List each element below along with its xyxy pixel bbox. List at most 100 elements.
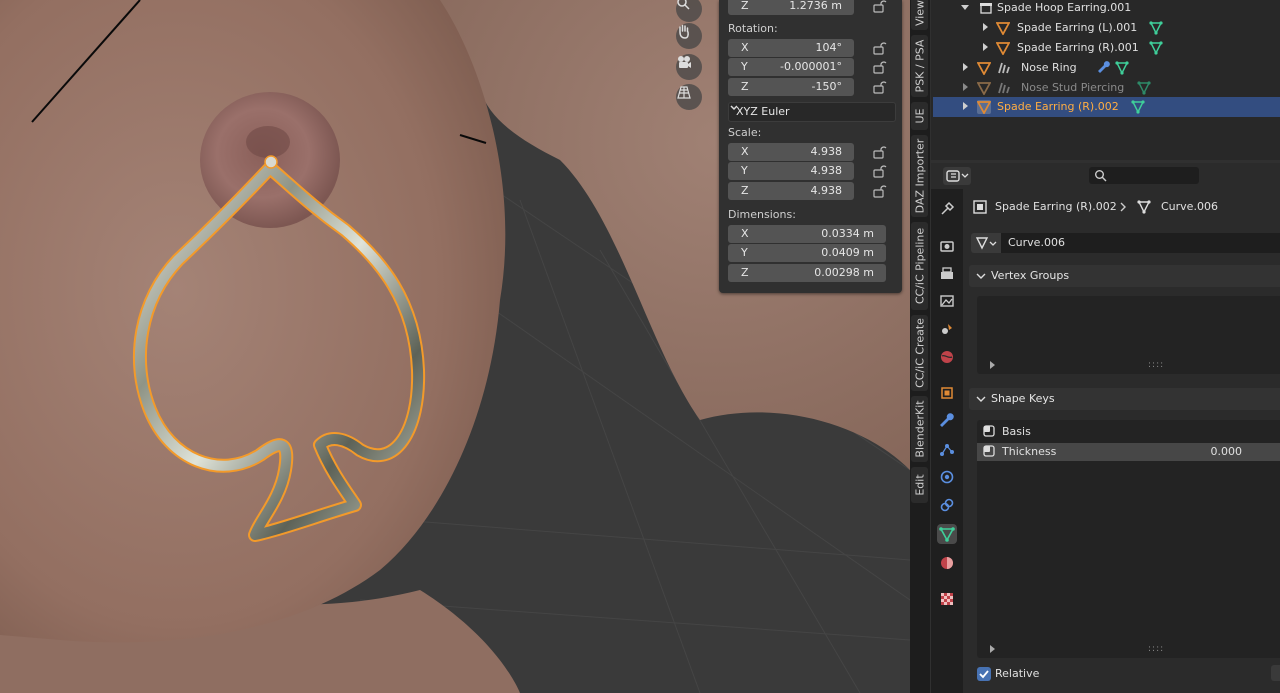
wrench-modifier-icon[interactable] [1097,61,1111,75]
resize-grip-icon[interactable]: :::: [1148,360,1164,370]
search-input[interactable] [1089,167,1199,184]
data-name-field[interactable]: Curve.006 [1001,233,1280,253]
shape-keys-list[interactable]: Basis Thickness 0.000 :::: [977,420,1280,658]
outliner-item-spade-earring-r-001[interactable]: Spade Earring (R).001 [933,38,1280,58]
chevron-down-icon [976,273,986,279]
curve-data-icon [1137,200,1151,214]
outliner-item-nose-stud-piercing[interactable]: Nose Stud Piercing [933,78,1280,98]
location-z-field[interactable]: Z 1.2736 m [728,0,854,15]
curve-object-icon [996,42,1010,55]
rotation-z-field[interactable]: Z -150° [728,78,854,96]
tab-cc-ic-create[interactable]: CC/iC Create [911,315,928,391]
tab-cc-ic-pipeline[interactable]: CC/iC Pipeline [911,222,928,310]
browse-data-button[interactable] [971,233,1001,253]
material-tab-icon[interactable] [937,553,957,573]
tab-blenderkit[interactable]: BlenderKit [911,396,928,462]
curve-object-icon [996,22,1010,35]
sidebar-tabs: View PSK / PSA UE DAZ Importer CC/iC Pip… [910,0,930,693]
shape-key-thickness[interactable]: Thickness 0.000 [977,443,1280,461]
expand-right-icon[interactable] [961,83,969,91]
tab-ue[interactable]: UE [911,102,928,130]
expand-down-icon[interactable] [961,3,969,11]
lock-icon[interactable] [871,145,887,159]
object-tab-icon[interactable] [937,383,957,403]
texture-tab-icon[interactable] [937,589,957,609]
side-toggle-button[interactable] [1271,665,1280,681]
scene-tab-icon[interactable] [937,319,957,339]
curve-data-icon[interactable] [1149,41,1163,55]
modifier-wrench-icon[interactable] [937,411,957,431]
relative-label: Relative [995,667,1040,680]
hand-pan-icon[interactable] [676,23,702,49]
particles-tab-icon[interactable] [937,439,957,459]
lock-icon[interactable] [871,60,887,74]
curve-object-icon [977,100,991,114]
output-tab-icon[interactable] [937,264,957,284]
shape-key-basis[interactable]: Basis [977,423,1280,441]
curve-data-icon[interactable] [1149,21,1163,35]
scale-label: Scale: [728,126,762,139]
dimensions-x-field[interactable]: X 0.0334 m [728,225,886,243]
rotation-x-field[interactable]: X 104° [728,39,854,57]
curve-object-icon [977,82,991,95]
physics-tab-icon[interactable] [937,467,957,487]
rotation-y-field[interactable]: Y -0.000001° [728,58,854,76]
outliner-item-spade-hoop-earring[interactable]: Spade Hoop Earring.001 [933,0,1280,18]
outliner-item-spade-earring-l[interactable]: Spade Earring (L).001 [933,18,1280,38]
rotation-mode-dropdown[interactable]: XYZ Euler [728,102,896,122]
lock-icon[interactable] [871,0,887,13]
lock-icon[interactable] [871,41,887,55]
armature-icon [998,62,1010,74]
tab-view[interactable]: View [911,0,928,30]
shape-key-icon [983,425,995,437]
render-tab-icon[interactable] [937,236,957,256]
checkmark-icon [979,670,989,679]
transform-panel: Z 1.2736 m Rotation: X 104° Y -0.000001° Z… [719,0,902,293]
tab-psk-psa[interactable]: PSK / PSA [911,35,928,97]
vertex-groups-panel-header[interactable]: Vertex Groups [969,265,1280,287]
properties-editor: Spade Earring (R).002 Curve.006 Curve.00… [963,189,1280,693]
scale-x-field[interactable]: X 4.938 [728,143,854,161]
chevron-right-icon [1120,202,1126,212]
curve-data-icon[interactable] [1137,81,1151,95]
lock-icon[interactable] [871,80,887,94]
relative-checkbox[interactable] [977,667,991,681]
expand-right-icon[interactable] [981,23,989,31]
curve-data-icon[interactable] [1131,100,1145,114]
world-tab-icon[interactable] [937,347,957,367]
resize-grip-icon[interactable]: :::: [1148,644,1164,654]
dimensions-z-field[interactable]: Z 0.00298 m [728,264,886,282]
scale-z-field[interactable]: Z 4.938 [728,182,854,200]
lock-icon[interactable] [871,164,887,178]
collection-icon [980,3,992,14]
outliner-item-nose-ring[interactable]: Nose Ring [933,58,1280,78]
tool-tab-icon[interactable] [937,199,957,219]
chevron-down-icon [976,396,986,402]
tab-daz-importer[interactable]: DAZ Importer [911,135,928,217]
properties-header [931,163,1280,189]
curve-data-icon[interactable] [1115,61,1129,75]
outliner-item-spade-earring-r-002[interactable]: Spade Earring (R).002 [933,97,1280,117]
tab-edit[interactable]: Edit [911,467,928,503]
camera-icon[interactable] [676,54,702,80]
editor-type-button[interactable] [943,167,971,185]
expand-right-icon[interactable] [989,361,996,369]
curve-data-tab-icon[interactable] [937,524,957,544]
vertex-groups-list[interactable]: :::: [977,296,1280,374]
expand-right-icon[interactable] [989,645,996,653]
expand-right-icon[interactable] [961,102,969,110]
dimensions-label: Dimensions: [728,208,796,221]
view-layer-tab-icon[interactable] [937,291,957,311]
dimensions-y-field[interactable]: Y 0.0409 m [728,244,886,262]
shape-keys-panel-header[interactable]: Shape Keys [969,388,1280,410]
grid-perspective-icon[interactable] [676,84,702,110]
scale-y-field[interactable]: Y 4.938 [728,162,854,180]
expand-right-icon[interactable] [961,63,969,71]
3d-viewport[interactable]: Z 1.2736 m Rotation: X 104° Y -0.000001° Z… [0,0,910,693]
expand-right-icon[interactable] [981,43,989,51]
object-icon [973,200,987,214]
lock-icon[interactable] [871,184,887,198]
curve-object-icon [977,62,991,75]
constraints-tab-icon[interactable] [937,495,957,515]
properties-tabs [931,189,963,693]
